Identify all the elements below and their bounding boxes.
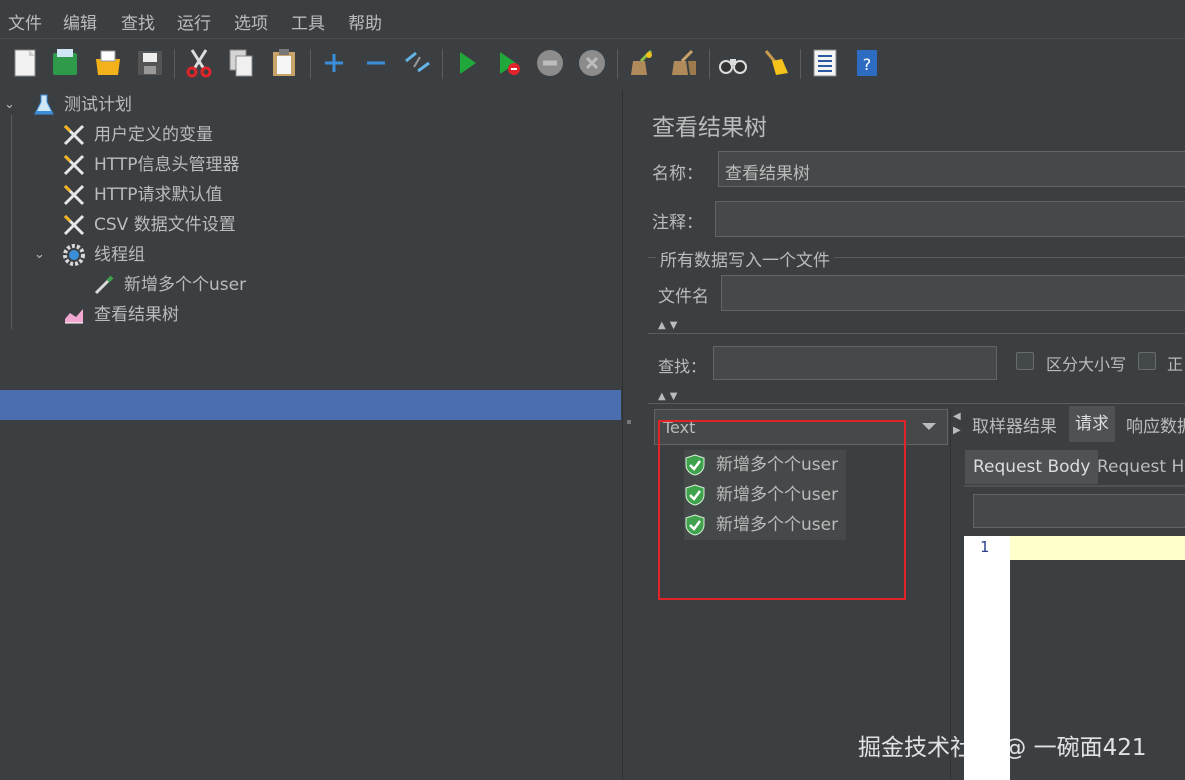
tree-item-label: 新增多个个user (124, 275, 247, 295)
watermark: 掘金技术社区 @ 一碗面421 (858, 735, 1147, 761)
menu-file[interactable]: 文件 (8, 9, 42, 34)
tree-item-view-results-tree[interactable]: 查看结果树 (0, 300, 600, 330)
menu-search[interactable]: 查找 (121, 9, 155, 34)
broom-icon[interactable] (760, 47, 790, 79)
divider (648, 333, 1185, 334)
gear-icon (63, 244, 85, 266)
tree-item-label: 测试计划 (64, 95, 132, 115)
case-sensitive-label: 区分大小写 (1046, 355, 1127, 374)
name-label: 名称： (652, 164, 703, 184)
dropdown-arrow-icon (922, 423, 936, 430)
tree-item-label: HTTP请求默认值 (94, 185, 223, 205)
tree-selection (0, 390, 621, 420)
tree-item-http-defaults[interactable]: HTTP请求默认值 (0, 180, 600, 210)
save-icon[interactable] (135, 47, 165, 79)
menu-tools[interactable]: 工具 (291, 9, 325, 34)
filename-field[interactable] (721, 275, 1185, 311)
flask-icon (34, 94, 54, 115)
tree-item-http-header-manager[interactable]: HTTP信息头管理器 (0, 150, 600, 180)
open-icon[interactable] (93, 47, 123, 79)
current-line-highlight (1010, 536, 1185, 560)
menu-edit[interactable]: 编辑 (63, 9, 97, 34)
page-title: 查看结果树 (652, 115, 767, 141)
cut-icon[interactable] (184, 47, 214, 79)
expand-chevron-icon[interactable]: ⌄ (4, 90, 15, 120)
paste-icon[interactable] (269, 47, 299, 79)
search-label: 查找： (658, 357, 707, 376)
tree-item-label: 查看结果树 (94, 305, 179, 325)
expand-chevron-icon[interactable]: ⌄ (34, 240, 45, 270)
divider (648, 403, 1185, 404)
tree-item-test-plan[interactable]: ⌄ 测试计划 (0, 90, 600, 120)
subtab-request-headers[interactable]: Request Headers (1089, 450, 1185, 484)
subtab-request-body[interactable]: Request Body (965, 450, 1099, 484)
toolbar: ? (0, 38, 1185, 92)
binoculars-icon[interactable] (718, 47, 748, 79)
tab-label: 取样器结果 (972, 417, 1057, 437)
tree-item-http-sampler[interactable]: 新增多个个user (0, 270, 600, 300)
tree-item-label: 线程组 (94, 245, 145, 265)
help-icon[interactable]: ? (852, 47, 882, 79)
shutdown-icon[interactable] (577, 47, 607, 79)
clear-icon[interactable] (627, 47, 657, 79)
name-field-value: 查看结果树 (725, 164, 810, 184)
name-field[interactable]: 查看结果树 (718, 151, 1185, 187)
wrench-icon (63, 214, 85, 236)
filename-label: 文件名 (658, 287, 709, 307)
file-section-title: 所有数据写入一个文件 (656, 246, 834, 271)
clear-all-icon[interactable] (668, 47, 698, 79)
subtab-underline (964, 485, 1185, 487)
collapse-arrows-icon[interactable]: ▲▼ (658, 391, 681, 402)
comment-field[interactable] (715, 201, 1185, 237)
regex-label: 正 (1167, 355, 1184, 374)
tree-item-label: HTTP信息头管理器 (94, 155, 240, 175)
case-sensitive-checkbox[interactable] (1016, 352, 1034, 370)
start-icon[interactable] (452, 47, 482, 79)
menu-bar: 文件 编辑 查找 运行 选项 工具 帮助 (0, 0, 1185, 38)
tree-item-thread-group[interactable]: ⌄ 线程组 (0, 240, 600, 270)
tree-item-label: 用户定义的变量 (94, 125, 213, 145)
menu-help[interactable]: 帮助 (348, 9, 382, 34)
stop-icon[interactable] (535, 47, 565, 79)
comment-label: 注释： (652, 213, 703, 233)
copy-icon[interactable] (226, 47, 256, 79)
start-no-pauses-icon[interactable] (494, 47, 524, 79)
detail-field[interactable] (973, 494, 1185, 528)
tab-label: 响应数据 (1126, 417, 1185, 437)
detail-divider (950, 409, 951, 780)
tree-item-label: CSV 数据文件设置 (94, 215, 236, 235)
templates-icon[interactable] (50, 47, 80, 79)
collapse-arrows-icon[interactable]: ▲▼ (658, 320, 681, 331)
subtab-label: Request Body (973, 457, 1091, 477)
wrench-icon (63, 154, 85, 176)
wrench-icon (63, 184, 85, 206)
tab-sampler-result[interactable]: 取样器结果 (966, 409, 1063, 445)
test-plan-tree: ⌄ 测试计划 用户定义的变量 HTTP信息头管理器 HTTP请求默认值 CSV … (0, 90, 622, 780)
regex-checkbox[interactable] (1138, 352, 1156, 370)
pipette-icon (94, 275, 114, 295)
tree-item-csv-config[interactable]: CSV 数据文件设置 (0, 210, 600, 240)
toggle-icon[interactable] (402, 47, 432, 79)
tree-item-user-variables[interactable]: 用户定义的变量 (0, 120, 600, 150)
function-helper-icon[interactable] (810, 47, 840, 79)
svg-text:?: ? (863, 55, 872, 74)
tab-label: 请求 (1075, 414, 1109, 434)
menu-options[interactable]: 选项 (234, 9, 268, 34)
wrench-icon (63, 124, 85, 146)
panel-splitter[interactable] (622, 90, 638, 780)
tab-response-data[interactable]: 响应数据 (1120, 409, 1185, 445)
new-file-icon[interactable] (10, 47, 40, 79)
expand-icon[interactable] (319, 47, 349, 79)
collapse-icon[interactable] (361, 47, 391, 79)
tab-request[interactable]: 请求 (1069, 406, 1115, 442)
graph-icon (65, 309, 83, 324)
subtab-label: Request Headers (1097, 457, 1185, 477)
split-arrows-icon[interactable]: ◀ ▶ (953, 410, 961, 438)
search-input[interactable] (713, 346, 997, 380)
menu-run[interactable]: 运行 (177, 9, 211, 34)
highlight-box (658, 420, 906, 600)
line-number: 1 (980, 538, 990, 556)
